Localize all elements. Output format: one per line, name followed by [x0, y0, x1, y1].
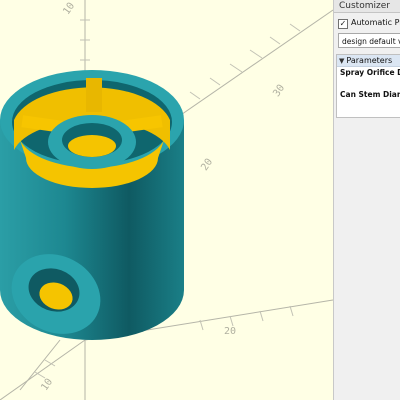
3d-viewport[interactable]: 30 20 10 20 10 [0, 0, 333, 400]
preset-select[interactable]: design default values [338, 33, 400, 48]
center-hole-floor [68, 135, 116, 157]
parameters-group: ▼Parameters Spray Orifice Diameter Can S… [336, 54, 400, 118]
parameters-header[interactable]: ▼ Parameters [337, 55, 400, 67]
customizer-title: Customizer [334, 0, 400, 13]
ruler-label-10-lower: 10 [39, 377, 55, 393]
parameters-header-label: Parameters [346, 56, 393, 65]
ruler-label-30: 30 [271, 83, 287, 99]
ruler-label-20-upper: 20 [199, 157, 215, 173]
param-label-can-stem-diameter: Can Stem Diameter [340, 90, 400, 99]
customizer-panel: Customizer ✓Automatic Preview design def… [333, 0, 400, 400]
param-label-spray-orifice-diameter: Spray Orifice Diameter [340, 68, 400, 77]
expand-triangle-icon: ▼ [339, 57, 345, 65]
cylinder-model [0, 70, 184, 340]
spoke-back [86, 78, 102, 112]
ruler-label-20-lower: 20 [224, 326, 236, 337]
scene-canvas: 30 20 10 20 10 [0, 0, 333, 400]
ruler-label-10: 10 [61, 1, 77, 17]
automatic-preview-checkbox[interactable]: ✓ [338, 19, 348, 29]
automatic-preview-label: Automatic Preview [351, 18, 400, 27]
automatic-preview-toggle[interactable]: ✓Automatic Preview [338, 17, 400, 29]
